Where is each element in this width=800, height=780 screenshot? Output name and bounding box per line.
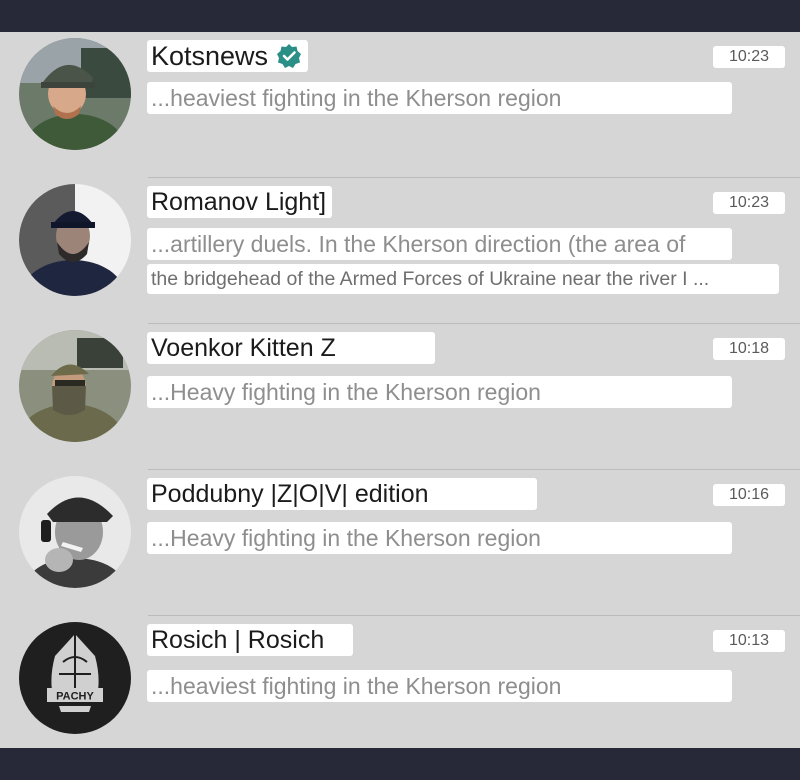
chat-time: 10:23 [713, 46, 785, 68]
chat-name-text: Kotsnews [151, 40, 269, 71]
chat-preview: ...heaviest fighting in the Kherson regi… [147, 82, 732, 114]
masked-soldier-photo-icon [19, 330, 131, 442]
soldier-helmet-photo-icon [19, 38, 131, 150]
avatar [19, 330, 131, 442]
chat-name: Romanov Light] [147, 186, 333, 218]
chat-name: Kotsnews [147, 40, 309, 72]
chat-name-text: Rosich | Rosich [151, 625, 325, 654]
top-bar [0, 0, 800, 32]
chat-item-voenkor-kitten-z[interactable]: Voenkor Kitten Z 10:18 ...Heavy fighting… [0, 324, 800, 470]
chat-name: Rosich | Rosich [147, 624, 353, 656]
man-cap-photo-icon [19, 184, 131, 296]
chat-preview-line-2: the bridgehead of the Armed Forces of Uk… [147, 264, 779, 294]
avatar [19, 184, 131, 296]
chat-item-poddubny[interactable]: Poddubny |Z|O|V| edition 10:16 ...Heavy … [0, 470, 800, 616]
chat-preview: ...Heavy fighting in the Kherson region [147, 522, 732, 554]
avatar-logo-text: PACHY [56, 691, 94, 703]
chat-name: Poddubny |Z|O|V| edition [147, 478, 537, 510]
chat-list[interactable]: Kotsnews 10:23 ...heaviest fighting in t… [0, 32, 800, 748]
bottom-bar [0, 748, 800, 780]
avatar [19, 38, 131, 150]
chat-time: 10:18 [713, 338, 785, 360]
chat-name-text: Voenkor Kitten Z [151, 333, 336, 362]
chat-item-rosich[interactable]: PACHY Rosich | Rosich 10:13 ...heaviest … [0, 616, 800, 762]
chat-time: 10:23 [713, 192, 785, 214]
chat-time: 10:16 [713, 484, 785, 506]
chat-preview: ...artillery duels. In the Kherson direc… [147, 228, 732, 260]
chat-preview: ...Heavy fighting in the Kherson region [147, 376, 732, 408]
chat-time: 10:13 [713, 630, 785, 652]
verified-badge-icon [276, 43, 302, 69]
smoking-man-photo-icon [19, 476, 131, 588]
avatar [19, 476, 131, 588]
chat-item-kotsnews[interactable]: Kotsnews 10:23 ...heaviest fighting in t… [0, 32, 800, 178]
chat-preview: ...heaviest fighting in the Kherson regi… [147, 670, 732, 702]
chat-name: Voenkor Kitten Z [147, 332, 435, 364]
chat-name-text: Poddubny |Z|O|V| edition [151, 479, 429, 508]
chat-name-text: Romanov Light] [151, 187, 327, 216]
chat-item-romanov-light[interactable]: Romanov Light] 10:23 ...artillery duels.… [0, 178, 800, 324]
avatar: PACHY [19, 622, 131, 734]
helmet-logo-icon: PACHY [19, 622, 131, 734]
